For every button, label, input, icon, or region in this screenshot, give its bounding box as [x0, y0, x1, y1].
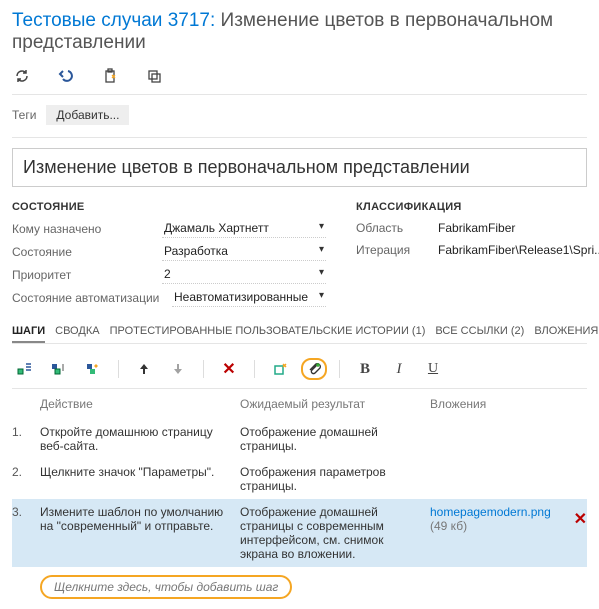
- area-label: Область: [356, 221, 436, 235]
- assigned-to-label: Кому назначено: [12, 222, 162, 236]
- bold-icon[interactable]: B: [352, 358, 378, 380]
- create-shared-steps-icon[interactable]: [80, 358, 106, 380]
- tags-label: Теги: [12, 108, 36, 122]
- underline-icon[interactable]: U: [420, 358, 446, 380]
- refresh-icon[interactable]: [14, 68, 30, 84]
- copy-icon[interactable]: [146, 68, 162, 84]
- step-expected[interactable]: Отображения параметров страницы.: [240, 465, 430, 493]
- iteration-value[interactable]: FabrikamFiber\Release1\Spri...: [436, 241, 599, 259]
- delete-step-icon[interactable]: ✕: [216, 358, 242, 380]
- delete-attachment-icon[interactable]: ✕: [574, 509, 587, 529]
- title-input[interactable]: [12, 148, 587, 187]
- chevron-down-icon[interactable]: ▾: [319, 244, 324, 255]
- step-row[interactable]: 3. Измените шаблон по умолчанию на "совр…: [12, 499, 587, 567]
- chevron-down-icon[interactable]: ▾: [319, 221, 324, 232]
- separator: [118, 360, 119, 378]
- chevron-down-icon[interactable]: ▾: [319, 267, 324, 278]
- clipboard-icon[interactable]: [102, 68, 118, 84]
- steps-grid-header: Действие Ожидаемый результат Вложения: [12, 389, 587, 419]
- step-expected[interactable]: Отображение домашней страницы с современ…: [240, 505, 430, 561]
- add-step-placeholder[interactable]: Щелкните здесь, чтобы добавить шаг: [40, 575, 292, 599]
- step-number: 1.: [12, 425, 40, 439]
- steps-toolbar: ✕ B I U: [12, 350, 587, 389]
- step-row[interactable]: 1. Откройте домашнюю страницу веб-сайта.…: [12, 419, 587, 459]
- step-action[interactable]: Щелкните значок "Параметры".: [40, 465, 240, 479]
- step-expected[interactable]: Отображение домашней страницы.: [240, 425, 430, 453]
- step-action[interactable]: Откройте домашнюю страницу веб-сайта.: [40, 425, 240, 453]
- classification-heading: КЛАССИФИКАЦИЯ: [356, 201, 599, 213]
- main-toolbar: [12, 62, 587, 95]
- area-value[interactable]: FabrikamFiber: [436, 219, 599, 237]
- insert-shared-step-icon[interactable]: [46, 358, 72, 380]
- tab-summary[interactable]: СВОДКА: [55, 325, 99, 343]
- state-label: Состояние: [12, 245, 162, 259]
- state-section: СОСТОЯНИЕ Кому назначено Джамаль Хартнет…: [12, 201, 326, 311]
- italic-icon[interactable]: I: [386, 358, 412, 380]
- tab-tested-stories[interactable]: ПРОТЕСТИРОВАННЫЕ ПОЛЬЗОВАТЕЛЬСКИЕ ИСТОРИ…: [110, 325, 426, 343]
- separator: [203, 360, 204, 378]
- separator: [254, 360, 255, 378]
- tab-steps[interactable]: ШАГИ: [12, 325, 45, 343]
- step-number: 2.: [12, 465, 40, 479]
- step-number: 3.: [12, 505, 40, 519]
- col-expected-header: Ожидаемый результат: [240, 397, 430, 411]
- insert-parameter-icon[interactable]: [267, 358, 293, 380]
- work-item-header: Тестовые случаи 3717: Изменение цветов в…: [12, 10, 587, 54]
- priority-label: Приоритет: [12, 268, 162, 282]
- move-up-icon[interactable]: [131, 358, 157, 380]
- separator: [339, 360, 340, 378]
- tab-attachments[interactable]: ВЛОЖЕНИЯ (1): [534, 325, 599, 343]
- col-action-header: Действие: [40, 397, 240, 411]
- insert-step-icon[interactable]: [12, 358, 38, 380]
- attachment-size: (49 кб): [430, 519, 467, 533]
- step-attachment: homepagemodern.png (49 кб) ✕: [430, 505, 587, 533]
- tab-all-links[interactable]: ВСЕ ССЫЛКИ (2): [435, 325, 524, 343]
- iteration-label: Итерация: [356, 243, 436, 257]
- work-item-id-link[interactable]: Тестовые случаи 3717:: [12, 10, 215, 31]
- priority-value[interactable]: 2▾: [162, 265, 326, 284]
- tags-row: Теги Добавить...: [12, 95, 587, 138]
- tab-bar: ШАГИ СВОДКА ПРОТЕСТИРОВАННЫЕ ПОЛЬЗОВАТЕЛ…: [12, 325, 587, 344]
- move-down-icon[interactable]: [165, 358, 191, 380]
- state-heading: СОСТОЯНИЕ: [12, 201, 326, 213]
- step-action[interactable]: Измените шаблон по умолчанию на "совреме…: [40, 505, 240, 533]
- add-tag-button[interactable]: Добавить...: [46, 105, 129, 125]
- classification-section: КЛАССИФИКАЦИЯ Область FabrikamFiber Итер…: [356, 201, 599, 311]
- automation-state-value[interactable]: Неавтоматизированные▾: [172, 288, 326, 307]
- automation-state-label: Состояние автоматизации: [12, 291, 172, 305]
- attachment-link[interactable]: homepagemodern.png: [430, 505, 551, 519]
- chevron-down-icon[interactable]: ▾: [319, 290, 324, 301]
- step-row[interactable]: 2. Щелкните значок "Параметры". Отображе…: [12, 459, 587, 499]
- undo-icon[interactable]: [58, 68, 74, 84]
- col-attachments-header: Вложения: [430, 397, 587, 411]
- add-attachment-icon[interactable]: [301, 358, 327, 380]
- state-value[interactable]: Разработка▾: [162, 242, 326, 261]
- assigned-to-value[interactable]: Джамаль Хартнетт▾: [162, 219, 326, 238]
